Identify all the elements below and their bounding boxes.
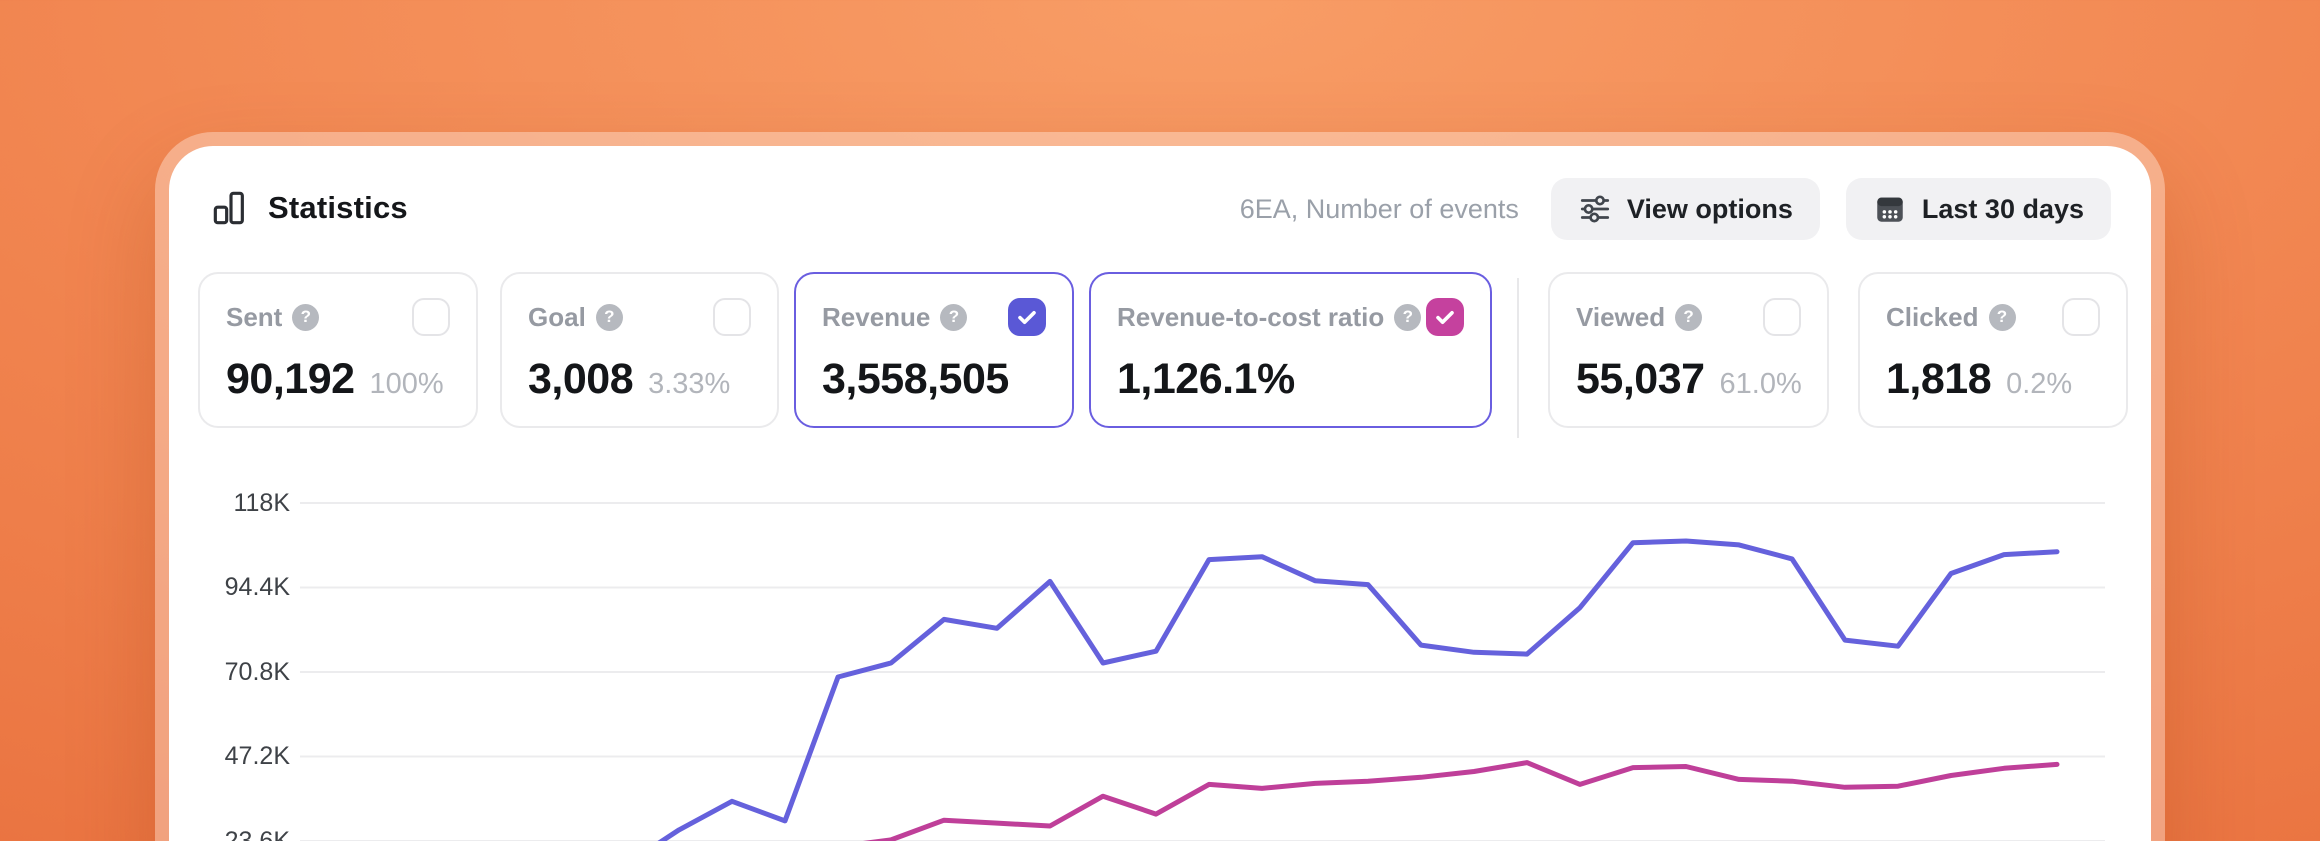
metric-card-revenue-to-cost-ratio[interactable]: Revenue-to-cost ratio ? 1,126.1% <box>1089 272 1492 428</box>
y-axis-tick: 94.4K <box>169 573 290 601</box>
view-options-button[interactable]: View options <box>1551 178 1820 240</box>
help-icon[interactable]: ? <box>1394 304 1421 331</box>
metric-label: Clicked <box>1886 302 1979 333</box>
statistics-card: Statistics 6EA, Number of events View op… <box>169 146 2151 841</box>
bar-chart-icon <box>210 188 250 228</box>
sliders-icon <box>1578 192 1612 226</box>
help-icon[interactable]: ? <box>292 304 319 331</box>
page-title: Statistics <box>268 190 408 226</box>
metric-share: 61.0% <box>1720 368 1802 401</box>
metric-value: 3,558,505 <box>822 355 1009 404</box>
metric-label: Revenue <box>822 302 930 333</box>
help-icon[interactable]: ? <box>596 304 623 331</box>
metric-share: 0.2% <box>2006 368 2072 401</box>
metric-card-viewed[interactable]: Viewed ? 55,037 61.0% <box>1548 272 1829 428</box>
metric-card-clicked[interactable]: Clicked ? 1,818 0.2% <box>1858 272 2128 428</box>
metric-card-revenue[interactable]: Revenue ? 3,558,505 <box>794 272 1074 428</box>
checkbox-checked[interactable] <box>1008 298 1046 336</box>
trend-line-chart <box>169 146 2151 841</box>
metrics-divider <box>1517 278 1519 438</box>
checkbox-unchecked[interactable] <box>412 298 450 336</box>
view-options-label: View options <box>1627 194 1793 225</box>
checkbox-checked[interactable] <box>1426 298 1464 336</box>
y-axis-tick: 70.8K <box>169 658 290 686</box>
metric-value: 1,126.1% <box>1117 355 1295 404</box>
checkbox-unchecked[interactable] <box>2062 298 2100 336</box>
metric-label: Sent <box>226 302 282 333</box>
header-right: 6EA, Number of events View options <box>1240 178 2111 240</box>
metric-value: 1,818 <box>1886 355 1991 404</box>
y-axis-tick: 47.2K <box>169 742 290 770</box>
checkbox-unchecked[interactable] <box>1763 298 1801 336</box>
check-icon <box>1015 305 1039 329</box>
metric-label: Viewed <box>1576 302 1665 333</box>
metric-value: 55,037 <box>1576 355 1705 404</box>
events-summary: 6EA, Number of events <box>1240 194 1519 225</box>
help-icon[interactable]: ? <box>940 304 967 331</box>
header-left: Statistics <box>210 188 408 228</box>
calendar-icon <box>1873 192 1907 226</box>
metric-card-sent[interactable]: Sent ? 90,192 100% <box>198 272 478 428</box>
y-axis-tick: 118K <box>169 489 290 517</box>
help-icon[interactable]: ? <box>1989 304 2016 331</box>
date-range-button[interactable]: Last 30 days <box>1846 178 2111 240</box>
help-icon[interactable]: ? <box>1675 304 1702 331</box>
metric-share: 100% <box>370 368 444 401</box>
check-icon <box>1433 305 1457 329</box>
metric-card-goal[interactable]: Goal ? 3,008 3.33% <box>500 272 779 428</box>
date-range-label: Last 30 days <box>1922 194 2084 225</box>
checkbox-unchecked[interactable] <box>713 298 751 336</box>
y-axis-tick: 23.6K <box>169 827 290 841</box>
metric-share: 3.33% <box>648 368 730 401</box>
metric-label: Goal <box>528 302 586 333</box>
metric-value: 90,192 <box>226 355 355 404</box>
metric-label: Revenue-to-cost ratio <box>1117 302 1384 333</box>
metric-value: 3,008 <box>528 355 633 404</box>
